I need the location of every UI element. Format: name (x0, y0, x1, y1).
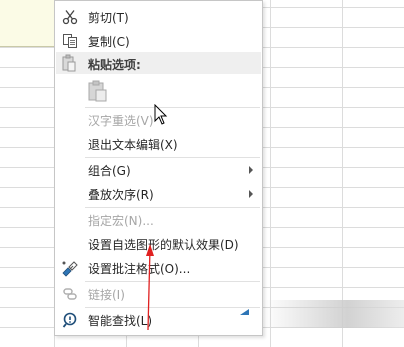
menu-item-label: 智能查找(L) (88, 314, 153, 328)
menu-item-smart-lookup[interactable]: 智能查找(L) (55, 308, 262, 332)
format-brush-icon (61, 259, 79, 277)
shadow-strip (262, 300, 404, 328)
link-icon (61, 285, 79, 303)
menu-item-label: 叠放次序(R) (88, 188, 154, 202)
menu-item-label: 复制(C) (88, 35, 130, 49)
menu-item-assign-macro[interactable]: 指定宏(N)... (55, 208, 262, 232)
menu-item-format-comment[interactable]: 设置批注格式(O)... (55, 256, 262, 280)
copy-icon (61, 32, 79, 50)
clipboard-icon (61, 54, 79, 72)
clipboard-icon (86, 80, 110, 106)
menu-item-cut[interactable]: 剪切(T) (55, 5, 262, 29)
submenu-arrow-icon (249, 190, 253, 198)
menu-item-label: 设置自选图形的默认效果(D) (88, 238, 239, 252)
smart-lookup-icon (61, 311, 79, 329)
menu-item-label: 链接(I) (88, 288, 125, 302)
context-menu: 剪切(T) 复制(C) 粘贴选项: 汉字重选(V) 退出文本编辑(X) 组合(G… (54, 0, 263, 336)
menu-item-label: 设置批注格式(O)... (88, 262, 191, 276)
paste-options-label: 粘贴选项: (88, 58, 141, 72)
mouse-cursor-icon (154, 104, 168, 125)
scissors-icon (61, 8, 79, 26)
resize-corner-icon (240, 309, 249, 315)
menu-item-set-default-shape[interactable]: 设置自选图形的默认效果(D) (55, 232, 262, 256)
menu-item-group[interactable]: 组合(G) (55, 158, 262, 182)
paste-options-header: 粘贴选项: (56, 52, 261, 74)
menu-item-label: 退出文本编辑(X) (88, 138, 178, 152)
menu-item-label: 汉字重选(V) (88, 114, 154, 128)
menu-item-copy[interactable]: 复制(C) (55, 29, 262, 53)
menu-item-exit-text-edit[interactable]: 退出文本编辑(X) (55, 132, 262, 156)
menu-item-label: 指定宏(N)... (88, 214, 154, 228)
menu-item-label: 组合(G) (88, 164, 131, 178)
paste-option-button[interactable] (86, 79, 110, 103)
submenu-arrow-icon (249, 166, 253, 174)
menu-item-order[interactable]: 叠放次序(R) (55, 182, 262, 206)
menu-item-label: 剪切(T) (88, 11, 129, 25)
comment-box[interactable] (0, 0, 57, 47)
menu-item-link[interactable]: 链接(I) (55, 282, 262, 306)
